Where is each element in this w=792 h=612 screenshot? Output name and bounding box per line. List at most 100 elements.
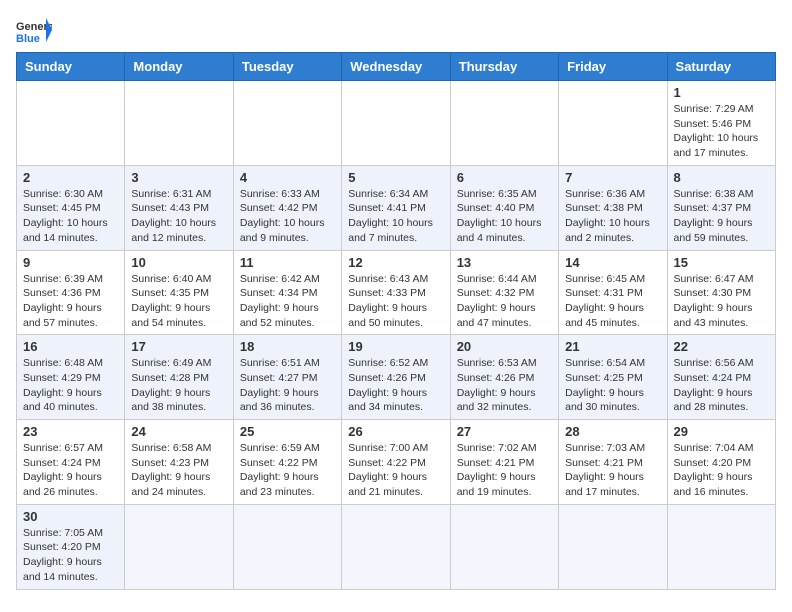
- day-number: 9: [23, 255, 118, 270]
- day-number: 26: [348, 424, 443, 439]
- calendar-cell: [559, 81, 667, 166]
- calendar-cell: 7 Sunrise: 6:36 AM Sunset: 4:38 PM Daylig…: [559, 165, 667, 250]
- day-info: Sunrise: 7:02 AM Sunset: 4:21 PM Dayligh…: [457, 441, 552, 500]
- day-number: 4: [240, 170, 335, 185]
- calendar-week-row: 2 Sunrise: 6:30 AM Sunset: 4:45 PM Daylig…: [17, 165, 776, 250]
- day-info: Sunrise: 6:44 AM Sunset: 4:32 PM Dayligh…: [457, 272, 552, 331]
- calendar-cell: 19 Sunrise: 6:52 AM Sunset: 4:26 PM Dayli…: [342, 335, 450, 420]
- calendar-week-row: 9 Sunrise: 6:39 AM Sunset: 4:36 PM Daylig…: [17, 250, 776, 335]
- day-number: 11: [240, 255, 335, 270]
- calendar-cell: 5 Sunrise: 6:34 AM Sunset: 4:41 PM Daylig…: [342, 165, 450, 250]
- calendar-cell: 23 Sunrise: 6:57 AM Sunset: 4:24 PM Dayli…: [17, 420, 125, 505]
- weekday-header-tuesday: Tuesday: [233, 53, 341, 81]
- day-info: Sunrise: 6:48 AM Sunset: 4:29 PM Dayligh…: [23, 356, 118, 415]
- weekday-header-saturday: Saturday: [667, 53, 775, 81]
- day-number: 13: [457, 255, 552, 270]
- day-info: Sunrise: 6:51 AM Sunset: 4:27 PM Dayligh…: [240, 356, 335, 415]
- calendar-cell: 24 Sunrise: 6:58 AM Sunset: 4:23 PM Dayli…: [125, 420, 233, 505]
- calendar-cell: 10 Sunrise: 6:40 AM Sunset: 4:35 PM Dayli…: [125, 250, 233, 335]
- calendar-week-row: 30Sunrise: 7:05 AM Sunset: 4:20 PM Dayli…: [17, 504, 776, 589]
- day-number: 24: [131, 424, 226, 439]
- day-number: 8: [674, 170, 769, 185]
- day-number: 12: [348, 255, 443, 270]
- calendar-cell: 20 Sunrise: 6:53 AM Sunset: 4:26 PM Dayli…: [450, 335, 558, 420]
- day-number: 10: [131, 255, 226, 270]
- day-info: Sunrise: 6:33 AM Sunset: 4:42 PM Dayligh…: [240, 187, 335, 246]
- calendar-cell: 30Sunrise: 7:05 AM Sunset: 4:20 PM Dayli…: [17, 504, 125, 589]
- calendar-cell: [342, 81, 450, 166]
- calendar-cell: 21 Sunrise: 6:54 AM Sunset: 4:25 PM Dayli…: [559, 335, 667, 420]
- calendar-cell: 22 Sunrise: 6:56 AM Sunset: 4:24 PM Dayli…: [667, 335, 775, 420]
- day-info: Sunrise: 6:49 AM Sunset: 4:28 PM Dayligh…: [131, 356, 226, 415]
- calendar-cell: 8Sunrise: 6:38 AM Sunset: 4:37 PM Daylig…: [667, 165, 775, 250]
- day-info: Sunrise: 6:53 AM Sunset: 4:26 PM Dayligh…: [457, 356, 552, 415]
- day-info: Sunrise: 6:43 AM Sunset: 4:33 PM Dayligh…: [348, 272, 443, 331]
- calendar-week-row: 1 Sunrise: 7:29 AM Sunset: 5:46 PM Daylig…: [17, 81, 776, 166]
- day-info: Sunrise: 6:31 AM Sunset: 4:43 PM Dayligh…: [131, 187, 226, 246]
- day-info: Sunrise: 6:57 AM Sunset: 4:24 PM Dayligh…: [23, 441, 118, 500]
- svg-text:Blue: Blue: [16, 33, 40, 44]
- day-info: Sunrise: 7:03 AM Sunset: 4:21 PM Dayligh…: [565, 441, 660, 500]
- calendar-cell: 9 Sunrise: 6:39 AM Sunset: 4:36 PM Daylig…: [17, 250, 125, 335]
- calendar-cell: 28Sunrise: 7:03 AM Sunset: 4:21 PM Dayli…: [559, 420, 667, 505]
- day-info: Sunrise: 6:35 AM Sunset: 4:40 PM Dayligh…: [457, 187, 552, 246]
- day-number: 27: [457, 424, 552, 439]
- calendar-cell: 4 Sunrise: 6:33 AM Sunset: 4:42 PM Daylig…: [233, 165, 341, 250]
- day-number: 15: [674, 255, 769, 270]
- day-info: Sunrise: 6:54 AM Sunset: 4:25 PM Dayligh…: [565, 356, 660, 415]
- day-number: 16: [23, 339, 118, 354]
- day-info: Sunrise: 6:34 AM Sunset: 4:41 PM Dayligh…: [348, 187, 443, 246]
- calendar-cell: 11Sunrise: 6:42 AM Sunset: 4:34 PM Dayli…: [233, 250, 341, 335]
- weekday-header-wednesday: Wednesday: [342, 53, 450, 81]
- day-info: Sunrise: 7:29 AM Sunset: 5:46 PM Dayligh…: [674, 102, 769, 161]
- day-number: 17: [131, 339, 226, 354]
- day-info: Sunrise: 6:39 AM Sunset: 4:36 PM Dayligh…: [23, 272, 118, 331]
- calendar-cell: 18 Sunrise: 6:51 AM Sunset: 4:27 PM Dayli…: [233, 335, 341, 420]
- calendar-cell: [450, 504, 558, 589]
- calendar-cell: 27 Sunrise: 7:02 AM Sunset: 4:21 PM Dayli…: [450, 420, 558, 505]
- calendar-cell: [667, 504, 775, 589]
- day-info: Sunrise: 7:04 AM Sunset: 4:20 PM Dayligh…: [674, 441, 769, 500]
- day-info: Sunrise: 6:30 AM Sunset: 4:45 PM Dayligh…: [23, 187, 118, 246]
- day-number: 29: [674, 424, 769, 439]
- day-number: 18: [240, 339, 335, 354]
- weekday-header-thursday: Thursday: [450, 53, 558, 81]
- calendar-cell: 29 Sunrise: 7:04 AM Sunset: 4:20 PM Dayli…: [667, 420, 775, 505]
- weekday-header-row: SundayMondayTuesdayWednesdayThursdayFrid…: [17, 53, 776, 81]
- day-number: 2: [23, 170, 118, 185]
- day-info: Sunrise: 7:00 AM Sunset: 4:22 PM Dayligh…: [348, 441, 443, 500]
- logo: General Blue: [16, 16, 52, 44]
- calendar-week-row: 16 Sunrise: 6:48 AM Sunset: 4:29 PM Dayli…: [17, 335, 776, 420]
- day-number: 20: [457, 339, 552, 354]
- calendar-cell: [125, 81, 233, 166]
- day-info: Sunrise: 7:05 AM Sunset: 4:20 PM Dayligh…: [23, 526, 118, 585]
- day-info: Sunrise: 6:47 AM Sunset: 4:30 PM Dayligh…: [674, 272, 769, 331]
- calendar-cell: [125, 504, 233, 589]
- calendar-cell: 15 Sunrise: 6:47 AM Sunset: 4:30 PM Dayli…: [667, 250, 775, 335]
- calendar-cell: 2 Sunrise: 6:30 AM Sunset: 4:45 PM Daylig…: [17, 165, 125, 250]
- calendar-cell: 17 Sunrise: 6:49 AM Sunset: 4:28 PM Dayli…: [125, 335, 233, 420]
- day-number: 7: [565, 170, 660, 185]
- day-info: Sunrise: 6:58 AM Sunset: 4:23 PM Dayligh…: [131, 441, 226, 500]
- calendar-cell: [450, 81, 558, 166]
- calendar-cell: 12 Sunrise: 6:43 AM Sunset: 4:33 PM Dayli…: [342, 250, 450, 335]
- calendar-cell: 14Sunrise: 6:45 AM Sunset: 4:31 PM Dayli…: [559, 250, 667, 335]
- day-info: Sunrise: 6:52 AM Sunset: 4:26 PM Dayligh…: [348, 356, 443, 415]
- calendar-cell: [233, 81, 341, 166]
- day-number: 23: [23, 424, 118, 439]
- calendar-cell: [233, 504, 341, 589]
- day-number: 22: [674, 339, 769, 354]
- day-number: 6: [457, 170, 552, 185]
- logo-icon: General Blue: [16, 16, 52, 44]
- day-info: Sunrise: 6:59 AM Sunset: 4:22 PM Dayligh…: [240, 441, 335, 500]
- day-number: 5: [348, 170, 443, 185]
- day-number: 21: [565, 339, 660, 354]
- day-info: Sunrise: 6:36 AM Sunset: 4:38 PM Dayligh…: [565, 187, 660, 246]
- day-info: Sunrise: 6:56 AM Sunset: 4:24 PM Dayligh…: [674, 356, 769, 415]
- day-number: 19: [348, 339, 443, 354]
- day-number: 1: [674, 85, 769, 100]
- weekday-header-friday: Friday: [559, 53, 667, 81]
- calendar-cell: 1 Sunrise: 7:29 AM Sunset: 5:46 PM Daylig…: [667, 81, 775, 166]
- weekday-header-sunday: Sunday: [17, 53, 125, 81]
- day-info: Sunrise: 6:40 AM Sunset: 4:35 PM Dayligh…: [131, 272, 226, 331]
